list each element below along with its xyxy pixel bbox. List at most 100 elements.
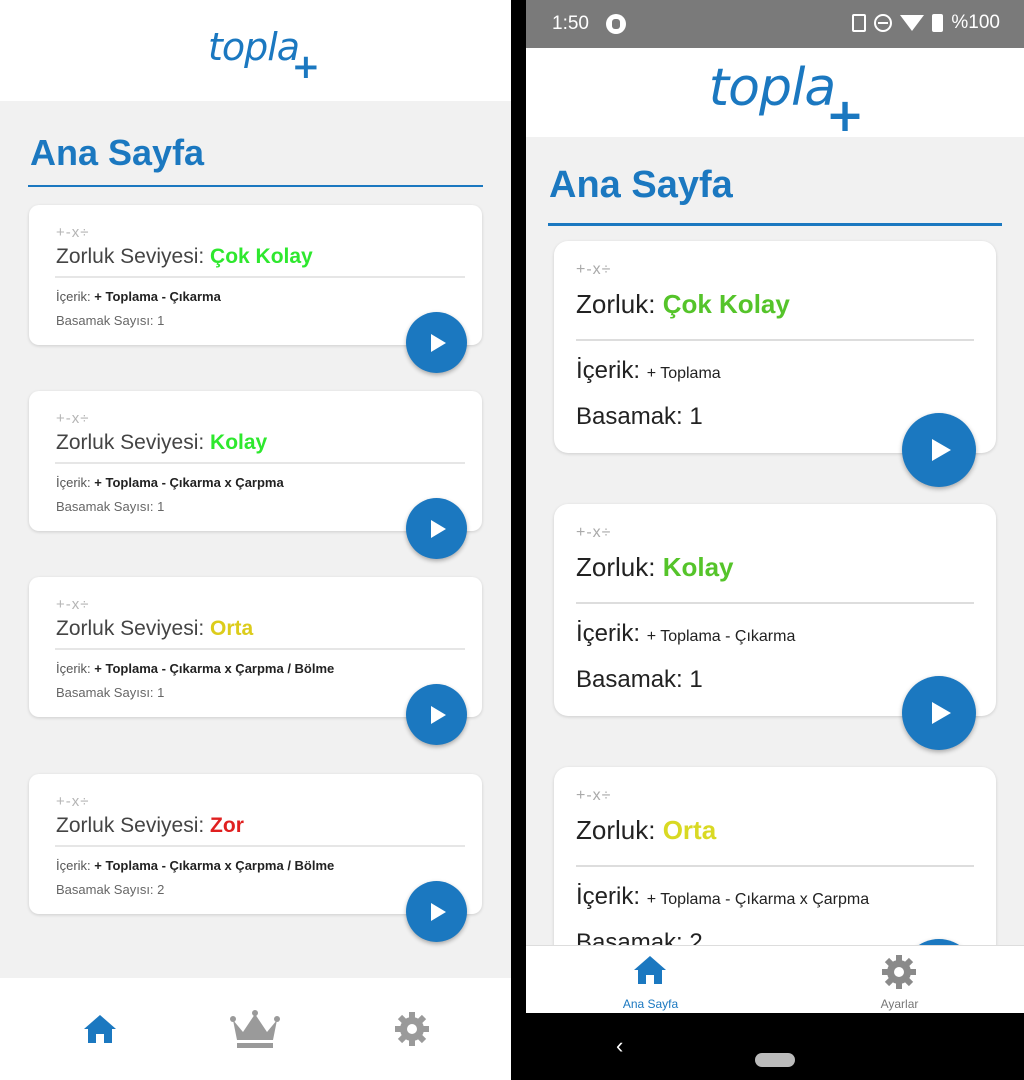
content-label: İçerik: bbox=[576, 357, 647, 384]
battery-icon bbox=[932, 14, 944, 32]
content-value: + Toplama - Çıkarma x Çarpma / Bölme bbox=[94, 661, 335, 676]
page-title: Ana Sayfa bbox=[549, 164, 733, 206]
logo-plus: + bbox=[825, 87, 865, 142]
system-navigation-bar: ‹ bbox=[526, 1013, 1024, 1080]
app-logo: topla + bbox=[207, 24, 320, 87]
tab-settings[interactable]: Ayarlar bbox=[775, 946, 1024, 1014]
card-divider bbox=[55, 648, 465, 650]
difficulty-value: Orta bbox=[662, 815, 717, 845]
app-header: topla + bbox=[526, 48, 1024, 142]
card-divider bbox=[576, 602, 974, 604]
content-label: İçerik: bbox=[56, 475, 95, 490]
play-icon bbox=[431, 333, 446, 352]
difficulty-value: Zor bbox=[210, 814, 244, 837]
difficulty-value: Kolay bbox=[662, 552, 734, 582]
difficulty-label: Zorluk Seviyesi: bbox=[56, 617, 211, 640]
play-button[interactable] bbox=[406, 312, 467, 373]
home-pill[interactable] bbox=[755, 1053, 795, 1067]
content-value: + Toplama - Çıkarma bbox=[94, 289, 221, 304]
app-logo: topla + bbox=[708, 57, 865, 142]
play-button[interactable] bbox=[406, 498, 467, 559]
difficulty-value: Çok Kolay bbox=[210, 245, 313, 268]
difficulty-value: Çok Kolay bbox=[662, 289, 790, 319]
title-underline bbox=[28, 185, 483, 187]
difficulty-row: Zorluk Seviyesi: Çok Kolay bbox=[56, 245, 313, 269]
do-not-disturb-icon bbox=[874, 14, 893, 32]
card-divider bbox=[55, 845, 465, 847]
difficulty-row: Zorluk Seviyesi: Orta bbox=[56, 617, 253, 641]
content-label: İçerik: bbox=[576, 883, 647, 910]
difficulty-row: Zorluk Seviyesi: Zor bbox=[56, 814, 244, 838]
content-row: İçerik: + Toplama - Çıkarma x Çarpma / B… bbox=[56, 661, 334, 676]
wifi-icon bbox=[900, 15, 925, 31]
status-icons: %100 bbox=[852, 12, 1000, 34]
operations-symbols: +-x÷ bbox=[56, 793, 90, 810]
left-screen: topla + Ana Sayfa +-x÷ Zorluk Seviyesi: Ç… bbox=[0, 0, 511, 1080]
digit-count: Basamak Sayısı: 2 bbox=[56, 882, 165, 897]
difficulty-row: Zorluk: Kolay bbox=[576, 552, 734, 583]
difficulty-label: Zorluk: bbox=[576, 815, 663, 845]
play-icon bbox=[431, 902, 446, 921]
card-divider bbox=[576, 339, 974, 341]
play-icon bbox=[431, 519, 446, 538]
content-row: İçerik: + Toplama - Çıkarma bbox=[576, 620, 795, 648]
gear-icon[interactable] bbox=[394, 1011, 430, 1047]
battery-level: %100 bbox=[951, 12, 1000, 33]
back-icon[interactable]: ‹ bbox=[616, 1033, 623, 1059]
difficulty-row: Zorluk Seviyesi: Kolay bbox=[56, 431, 267, 455]
operations-symbols: +-x÷ bbox=[56, 224, 90, 241]
bottom-tab-bar: Ana Sayfa Ayarlar bbox=[526, 945, 1024, 1013]
operations-symbols: +-x÷ bbox=[576, 787, 612, 804]
card-divider bbox=[55, 276, 465, 278]
logo-plus: + bbox=[291, 46, 320, 87]
title-underline bbox=[548, 223, 1002, 226]
play-button[interactable] bbox=[406, 881, 467, 942]
content-label: İçerik: bbox=[56, 858, 95, 873]
play-icon bbox=[431, 705, 446, 724]
difficulty-label: Zorluk Seviyesi: bbox=[56, 431, 211, 454]
status-time: 1:50 bbox=[552, 13, 589, 34]
page-title: Ana Sayfa bbox=[30, 132, 205, 173]
content-value: + Toplama - Çıkarma bbox=[646, 628, 796, 645]
operations-symbols: +-x÷ bbox=[576, 524, 612, 541]
digit-count: Basamak Sayısı: 1 bbox=[56, 685, 165, 700]
difficulty-label: Zorluk Seviyesi: bbox=[56, 814, 211, 837]
right-screen: 1:50 %100 topla + Ana Sayfa +-x÷ Zorluk: … bbox=[526, 0, 1024, 1080]
content-value: + Toplama - Çıkarma x Çarpma bbox=[646, 891, 870, 908]
play-icon bbox=[931, 439, 951, 461]
play-button[interactable] bbox=[902, 413, 976, 487]
card-divider bbox=[576, 865, 974, 867]
content-row: İçerik: + Toplama - Çıkarma x Çarpma bbox=[56, 475, 284, 490]
content-value: + Toplama - Çıkarma x Çarpma / Bölme bbox=[94, 858, 335, 873]
tab-home[interactable]: Ana Sayfa bbox=[526, 946, 775, 1014]
home-icon bbox=[634, 956, 666, 984]
difficulty-row: Zorluk: Orta bbox=[576, 815, 716, 846]
vibrate-icon bbox=[852, 14, 867, 32]
crown-icon[interactable] bbox=[229, 1010, 281, 1050]
logo-text: topla bbox=[207, 24, 300, 69]
content-value: + Toplama - Çıkarma x Çarpma bbox=[94, 475, 284, 490]
difficulty-value: Kolay bbox=[210, 431, 268, 454]
content-row: İçerik: + Toplama - Çıkarma bbox=[56, 289, 221, 304]
operations-symbols: +-x÷ bbox=[56, 410, 90, 427]
digit-count: Basamak Sayısı: 1 bbox=[56, 499, 165, 514]
home-icon[interactable] bbox=[82, 1013, 118, 1045]
gear-icon bbox=[882, 955, 916, 989]
difficulty-label: Zorluk Seviyesi: bbox=[56, 245, 211, 268]
bottom-navigation bbox=[0, 978, 511, 1080]
notification-icon bbox=[606, 14, 626, 34]
logo-text: topla bbox=[708, 57, 837, 118]
play-button[interactable] bbox=[902, 676, 976, 750]
content-row: İçerik: + Toplama - Çıkarma x Çarpma / B… bbox=[56, 858, 334, 873]
difficulty-label: Zorluk: bbox=[576, 552, 663, 582]
operations-symbols: +-x÷ bbox=[576, 261, 612, 278]
operations-symbols: +-x÷ bbox=[56, 596, 90, 613]
tab-settings-label: Ayarlar bbox=[880, 997, 919, 1011]
status-bar: 1:50 %100 bbox=[526, 0, 1024, 48]
play-icon bbox=[931, 702, 951, 724]
content-label: İçerik: bbox=[56, 289, 95, 304]
play-button[interactable] bbox=[406, 684, 467, 745]
digit-count: Basamak Sayısı: 1 bbox=[56, 313, 165, 328]
content-row: İçerik: + Toplama bbox=[576, 357, 721, 385]
content-label: İçerik: bbox=[56, 661, 95, 676]
